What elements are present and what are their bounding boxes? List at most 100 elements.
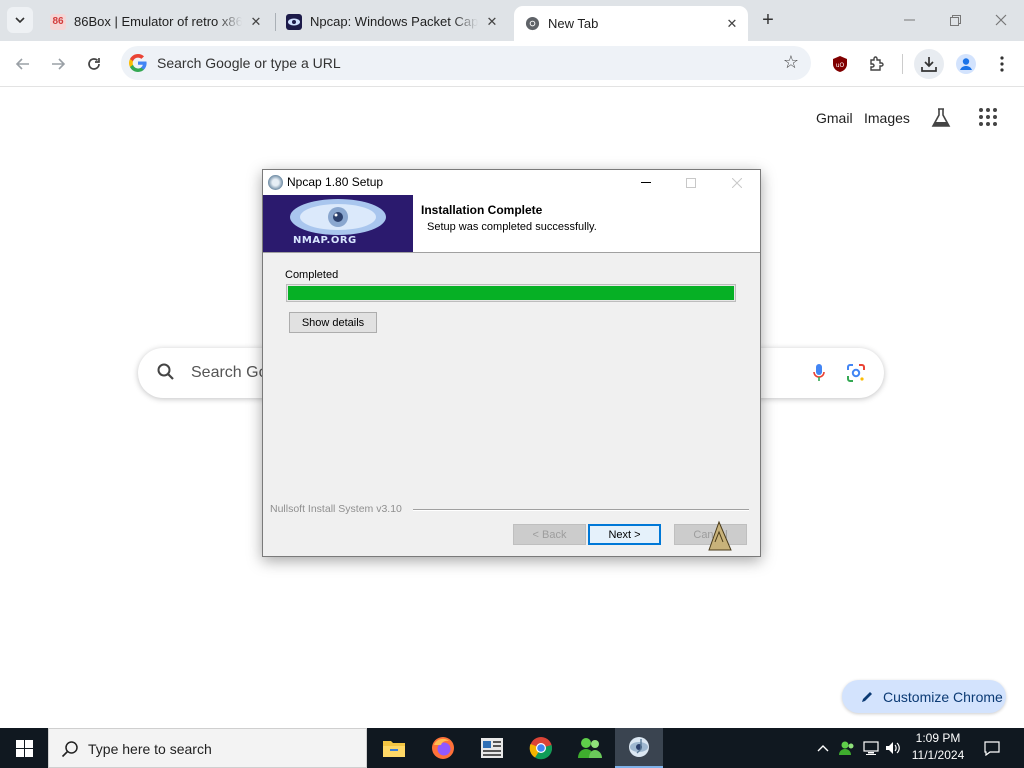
taskbar-people-app[interactable] xyxy=(566,728,614,768)
action-center-button[interactable] xyxy=(978,728,1006,768)
search-box-placeholder: Search Go xyxy=(191,364,268,381)
gmail-link[interactable]: Gmail xyxy=(816,110,853,126)
tab-search-dropdown-button[interactable] xyxy=(7,7,33,33)
taskbar-search-placeholder: Type here to search xyxy=(88,741,212,757)
back-button[interactable] xyxy=(8,49,38,79)
taskbar-file-explorer[interactable] xyxy=(370,728,418,768)
svg-text:uO: uO xyxy=(836,62,845,69)
next-button[interactable]: Next > xyxy=(588,524,661,545)
taskbar-chrome[interactable] xyxy=(517,728,565,768)
dialog-minimize-button[interactable] xyxy=(631,173,661,193)
dialog-close-button xyxy=(722,173,752,193)
mouse-cursor-icon xyxy=(708,520,732,551)
close-tab-icon[interactable]: ✕ xyxy=(484,14,500,30)
downloads-button[interactable] xyxy=(914,49,944,79)
install-status-label: Completed xyxy=(285,269,339,281)
install-heading: Installation Complete xyxy=(421,203,543,217)
install-progress-bar xyxy=(286,284,736,302)
start-button[interactable] xyxy=(0,728,48,768)
pencil-icon xyxy=(862,691,872,702)
file-explorer-icon xyxy=(383,741,405,757)
clock-date: 11/1/2024 xyxy=(911,748,965,762)
tab-title: Npcap: Windows Packet Captur xyxy=(310,14,478,29)
speaker-icon xyxy=(886,742,900,754)
toolbar-divider xyxy=(902,54,903,74)
show-hidden-icons-button[interactable] xyxy=(814,728,832,768)
download-icon xyxy=(921,57,937,72)
reload-icon xyxy=(88,58,100,70)
extensions-button[interactable] xyxy=(862,49,892,79)
search-labs-button[interactable] xyxy=(930,107,954,131)
flask-icon xyxy=(931,108,951,127)
close-icon xyxy=(732,178,742,188)
taskbar-search-box[interactable]: Type here to search xyxy=(48,728,367,768)
progress-fill xyxy=(288,286,734,300)
chevron-down-icon xyxy=(15,17,25,23)
86box-favicon-icon: 86 xyxy=(50,13,66,30)
customize-chrome-label: Customize Chrome xyxy=(883,688,1003,705)
apps-grid-icon xyxy=(979,108,997,126)
bookmark-star-icon[interactable]: ☆ xyxy=(783,52,799,73)
npcap-app-icon xyxy=(268,175,283,190)
tray-people-icon[interactable] xyxy=(836,728,858,768)
forward-button[interactable] xyxy=(43,49,73,79)
minimize-window-button[interactable] xyxy=(886,0,932,40)
close-icon xyxy=(995,14,1007,26)
dialog-header: NMAP.ORG Installation Complete Setup was… xyxy=(263,195,760,253)
address-bar[interactable]: Search Google or type a URL ☆ xyxy=(121,46,811,80)
npcap-setup-dialog: Npcap 1.80 Setup NMAP.ORG Installation C… xyxy=(262,169,761,557)
nmap-banner-image: NMAP.ORG xyxy=(263,195,413,252)
taskbar-npcap-installer[interactable] xyxy=(615,728,663,768)
taskbar-clock[interactable]: 1:09 PM 11/1/2024 xyxy=(902,730,974,766)
volume-tray-button[interactable] xyxy=(883,728,903,768)
tab-title: 86Box | Emulator of retro x86-b xyxy=(74,14,242,29)
restore-window-button[interactable] xyxy=(932,0,978,40)
close-tab-icon[interactable]: ✕ xyxy=(724,16,740,32)
network-tray-button[interactable] xyxy=(860,728,882,768)
google-apps-button[interactable] xyxy=(978,107,1002,131)
branding-divider xyxy=(413,509,749,511)
search-icon xyxy=(61,741,78,758)
profile-button[interactable] xyxy=(951,49,981,79)
maximize-icon xyxy=(686,178,696,188)
nmap-eye-favicon-icon xyxy=(286,13,302,30)
arrow-left-icon xyxy=(15,58,29,70)
dialog-maximize-button xyxy=(676,173,706,193)
search-icon xyxy=(157,363,174,380)
tab-new-tab[interactable]: New Tab ✕ xyxy=(514,6,748,41)
tab-86box[interactable]: 86 86Box | Emulator of retro x86-b ✕ xyxy=(40,6,272,37)
show-details-button[interactable]: Show details xyxy=(289,312,377,333)
google-lens-icon[interactable] xyxy=(846,363,866,383)
chevron-up-icon xyxy=(817,745,829,752)
network-icon xyxy=(863,741,879,755)
dialog-titlebar[interactable]: Npcap 1.80 Setup xyxy=(263,170,760,195)
tab-npcap[interactable]: Npcap: Windows Packet Captur ✕ xyxy=(276,6,508,37)
arrow-right-icon xyxy=(52,58,66,70)
reload-button[interactable] xyxy=(79,49,109,79)
microphone-icon[interactable] xyxy=(812,363,826,383)
news-icon xyxy=(481,738,503,758)
minimize-icon xyxy=(903,19,915,21)
taskbar-firefox[interactable] xyxy=(419,728,467,768)
google-g-icon xyxy=(129,54,147,72)
chrome-icon xyxy=(529,737,553,760)
customize-chrome-button[interactable]: Customize Chrome xyxy=(842,680,1006,713)
clock-time: 1:09 PM xyxy=(915,731,961,745)
tab-title: New Tab xyxy=(548,16,599,31)
avatar-icon xyxy=(956,54,976,74)
people-tray-icon xyxy=(839,741,854,755)
nmap-org-text: NMAP.ORG xyxy=(293,235,357,246)
new-tab-button[interactable]: + xyxy=(756,8,780,32)
taskbar-news-app[interactable] xyxy=(468,728,516,768)
minimize-icon xyxy=(641,182,651,183)
chrome-menu-button[interactable] xyxy=(987,49,1017,79)
images-link[interactable]: Images xyxy=(864,110,910,126)
windows-logo-icon xyxy=(15,739,33,757)
back-button-disabled: < Back xyxy=(513,524,586,545)
ublock-extension-button[interactable]: uO xyxy=(825,49,855,79)
close-tab-icon[interactable]: ✕ xyxy=(248,14,264,30)
close-window-button[interactable] xyxy=(978,0,1024,40)
restore-icon xyxy=(949,14,961,26)
npcap-installer-icon xyxy=(629,737,649,757)
firefox-icon xyxy=(432,737,454,759)
